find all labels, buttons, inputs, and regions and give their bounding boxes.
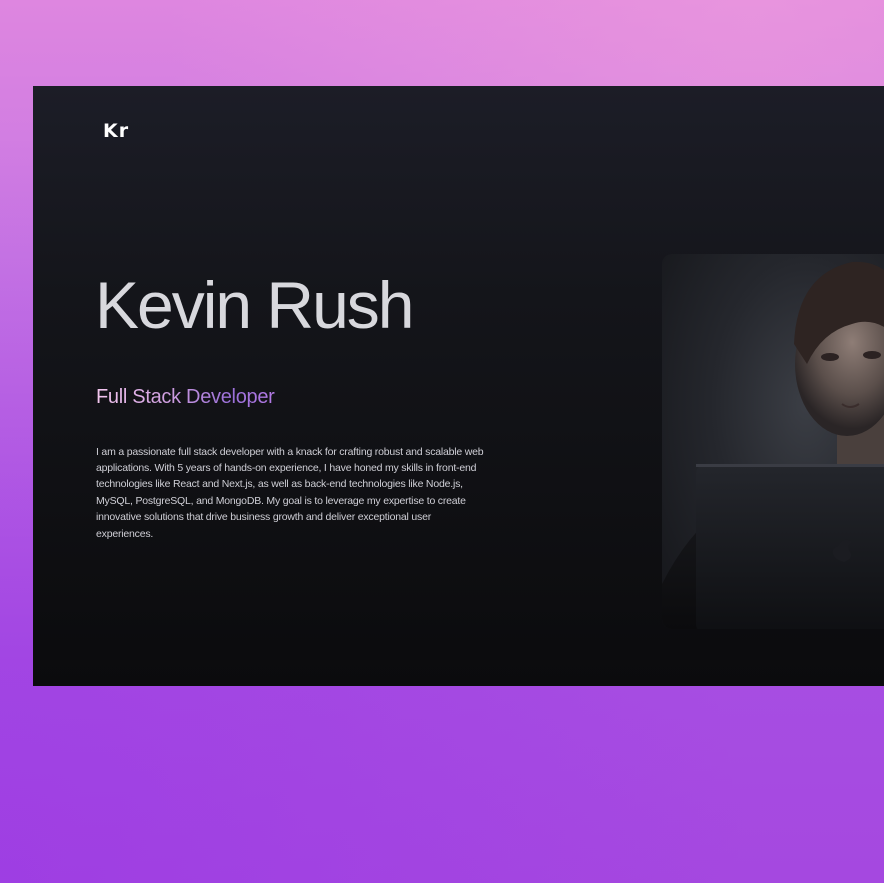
hero-role: Full Stack Developer (96, 386, 275, 408)
profile-photo-illustration (662, 261, 884, 629)
hero-bio: I am a passionate full stack developer w… (96, 445, 484, 540)
portfolio-window: Kr Kevin Rush Full Stack Developer I am … (33, 86, 884, 686)
site-logo[interactable]: Kr (103, 120, 129, 142)
profile-photo (662, 254, 884, 629)
hero-name: Kevin Rush (95, 268, 415, 342)
